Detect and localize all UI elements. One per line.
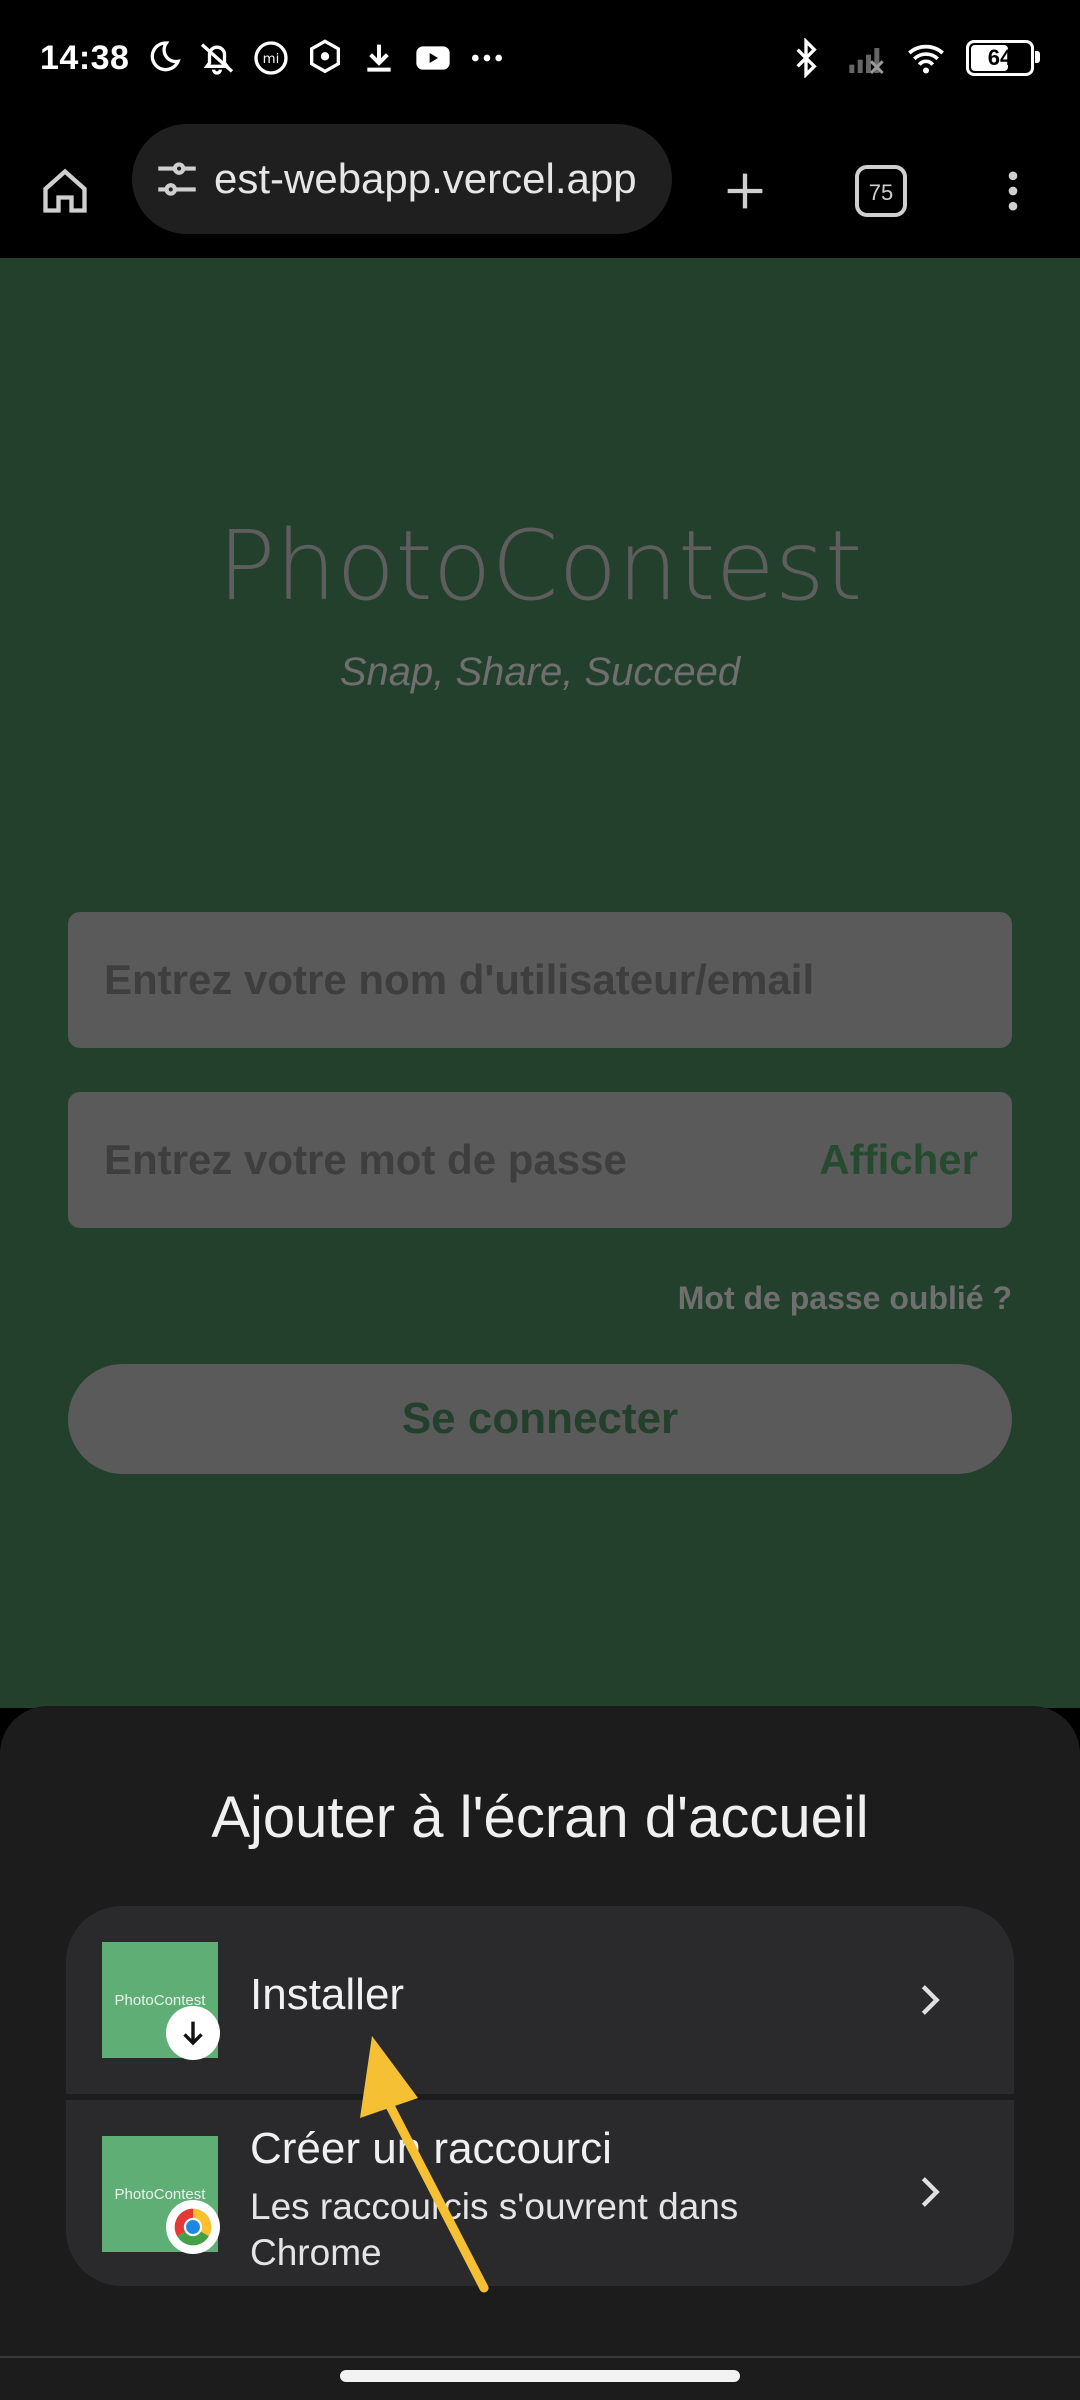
status-time: 14:38 [40,38,130,77]
username-field[interactable] [68,912,1012,1048]
battery-level: 64 [987,45,1013,70]
show-password-button[interactable]: Afficher [819,1136,978,1184]
chrome-icon [174,2208,212,2246]
tab-switcher-button[interactable]: 75 [836,146,926,236]
chevron-right-icon [921,1985,940,2015]
create-shortcut-subtitle: Les raccourcis s'ouvrent dans Chrome [250,2186,739,2273]
site-settings-icon[interactable] [152,154,202,204]
shield-icon [310,39,341,74]
alarm-off-icon [201,43,234,75]
tab-count: 75 [869,180,893,205]
url-text: est-webapp.vercel.app [214,155,637,202]
moon-icon [151,41,182,72]
arrow-down-icon [183,2021,203,2046]
username-input[interactable] [102,955,978,1005]
password-field[interactable]: Afficher [68,1092,1012,1228]
wifi-icon [908,44,944,74]
bluetooth-icon [796,38,817,78]
password-input[interactable] [102,1135,820,1185]
home-indicator[interactable] [340,2370,740,2382]
menu-button[interactable] [968,146,1058,236]
home-button[interactable] [20,146,110,236]
youtube-icon [416,46,451,70]
more-icon [472,54,503,62]
create-shortcut-option[interactable]: PhotoContest Créer un raccourci Les racc… [66,2100,1014,2286]
chrome-badge [166,2200,220,2254]
plus-icon [727,173,763,209]
status-right: 64 [786,38,1040,78]
nav-divider [0,2356,1080,2358]
address-bar[interactable]: est-webapp.vercel.app [132,124,672,234]
new-tab-button[interactable] [700,146,790,236]
add-to-home-sheet: Ajouter à l'écran d'accueil PhotoContest… [0,1706,1080,2400]
sheet-options: PhotoContest Installer PhotoContest Crée… [66,1906,1014,2286]
status-bar: 14:38 mi 64 [0,0,1080,126]
brand-tagline: Snap, Share, Succeed [339,650,741,694]
create-shortcut-label: Créer un raccourci [250,2124,612,2173]
sheet-title: Ajouter à l'écran d'accueil [211,1785,869,1850]
signal-icon [849,48,884,75]
status-left: 14:38 mi [40,38,507,78]
install-label: Installer [250,1970,405,2019]
mi-icon: mi [254,41,289,75]
chevron-right-icon [921,2177,940,2207]
forgot-password-link[interactable]: Mot de passe oublié ? [678,1280,1012,1317]
app-thumbnail: PhotoContest [102,2136,220,2254]
more-vert-icon [1008,171,1018,211]
tab-count-icon: 75 [855,165,907,217]
install-option[interactable]: PhotoContest Installer [66,1906,1014,2094]
download-badge [166,2006,220,2060]
app-thumbnail: PhotoContest [102,1942,220,2060]
download-icon [367,44,392,72]
home-icon [43,168,87,213]
svg-text:mi: mi [263,52,280,67]
login-button[interactable]: Se connecter [68,1364,1012,1474]
web-page: PhotoContest Snap, Share, Succeed Affich… [0,258,1080,1708]
battery-icon: 64 [966,40,1040,76]
brand-title: PhotoContest [217,510,863,622]
